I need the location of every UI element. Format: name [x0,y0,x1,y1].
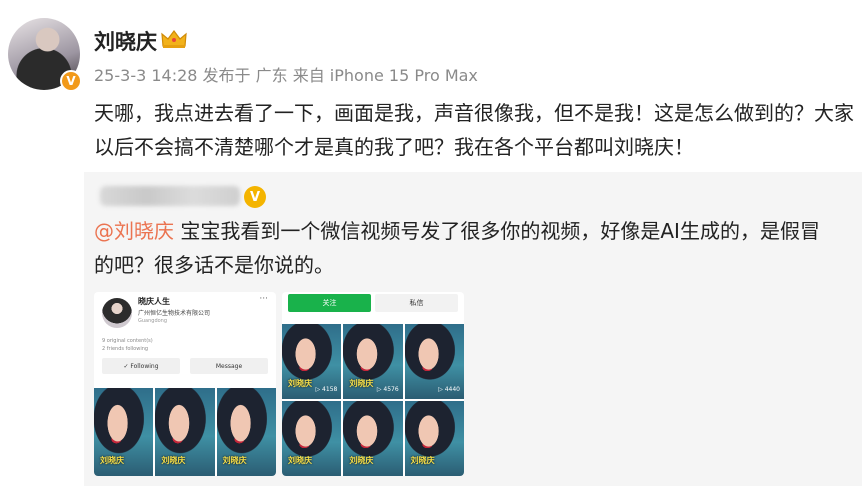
video-thumbnail: 刘晓庆 ▷ 4576 [343,324,403,399]
video-thumbnail: 刘晓庆 [94,388,154,476]
video-thumbnail: 刘晓庆 [155,388,215,476]
blurred-username [100,186,240,206]
profile-video-grid: 刘晓庆 刘晓庆 刘晓庆 [94,388,276,476]
friends-following: 2 friends following [102,346,149,352]
weibo-post: V 刘晓庆 25-3-3 14:28 发布于 广东 来自 iPhone 15 P… [0,0,862,170]
repost-text: @刘晓庆 宝宝我看到一个微信视频号发了很多你的视频，好像是AI生成的，是假冒的吧… [94,214,834,282]
thumb-caption: 刘晓庆 [222,456,247,465]
thumb-caption: 刘晓庆 [349,379,374,388]
following-button: ✓ Following [102,358,180,374]
follow-tab: 关注 [288,294,371,312]
channel-tabs: 关注 私信 [288,294,458,312]
post-meta: 25-3-3 14:28 发布于 广东 来自 iPhone 15 Pro Max [94,66,478,85]
verified-badge-icon: V [60,70,82,92]
message-tab: 私信 [375,294,458,312]
gold-verified-icon: V [244,186,266,208]
profile-location: Guangdong [138,318,168,324]
view-count: ▷ 4158 [315,386,338,393]
video-thumbnail: 刘晓庆 [216,388,276,476]
thumb-caption: 刘晓庆 [100,456,124,465]
video-thumbnail: 刘晓庆 [404,401,464,476]
crown-icon [161,30,187,48]
thumb-caption: 刘晓庆 [349,456,374,465]
thumb-caption: 刘晓庆 [288,456,312,465]
thumb-caption: 刘晓庆 [288,379,312,388]
video-thumbnail: 刘晓庆 [343,401,403,476]
video-thumbnail: 刘晓庆 ▷ 4158 [282,324,342,399]
profile-avatar [102,298,132,328]
thumb-caption: 刘晓庆 [161,456,186,465]
post-text: 天哪，我点进去看了一下，画面是我，声音很像我，但不是我！这是怎么做到的？大家以后… [94,101,854,159]
view-count: ▷ 4440 [438,386,460,393]
video-thumbnail: 刘晓庆 [282,401,342,476]
reposted-content: V @刘晓庆 宝宝我看到一个微信视频号发了很多你的视频，好像是AI生成的，是假冒… [84,172,862,486]
profile-name: 晓庆人生 [138,297,170,306]
message-button: Message [190,358,268,374]
view-count: ▷ 4576 [376,386,399,393]
thumb-caption: 刘晓庆 [410,456,435,465]
channel-video-grid: 刘晓庆 ▷ 4158 刘晓庆 ▷ 4576 ▷ 4440 刘晓庆 刘晓庆 刘晓庆 [282,324,464,476]
profile-company: 广州恒亿生物技术有限公司 [138,310,211,317]
channel-screenshot[interactable]: 关注 私信 刘晓庆 ▷ 4158 刘晓庆 ▷ 4576 ▷ 4440 刘晓庆 刘晓庆… [282,292,464,476]
repost-body: 宝宝我看到一个微信视频号发了很多你的视频，好像是AI生成的，是假冒的吧？很多话不… [94,219,820,277]
original-content-count: 9 original content(s) [102,338,153,344]
more-icon: ··· [259,294,268,304]
profile-screenshot[interactable]: 晓庆人生 广州恒亿生物技术有限公司 Guangdong ··· 9 origin… [94,292,276,476]
mention-link[interactable]: @刘晓庆 [94,219,174,243]
author-name[interactable]: 刘晓庆 [94,26,157,56]
video-thumbnail: ▷ 4440 [404,324,464,399]
